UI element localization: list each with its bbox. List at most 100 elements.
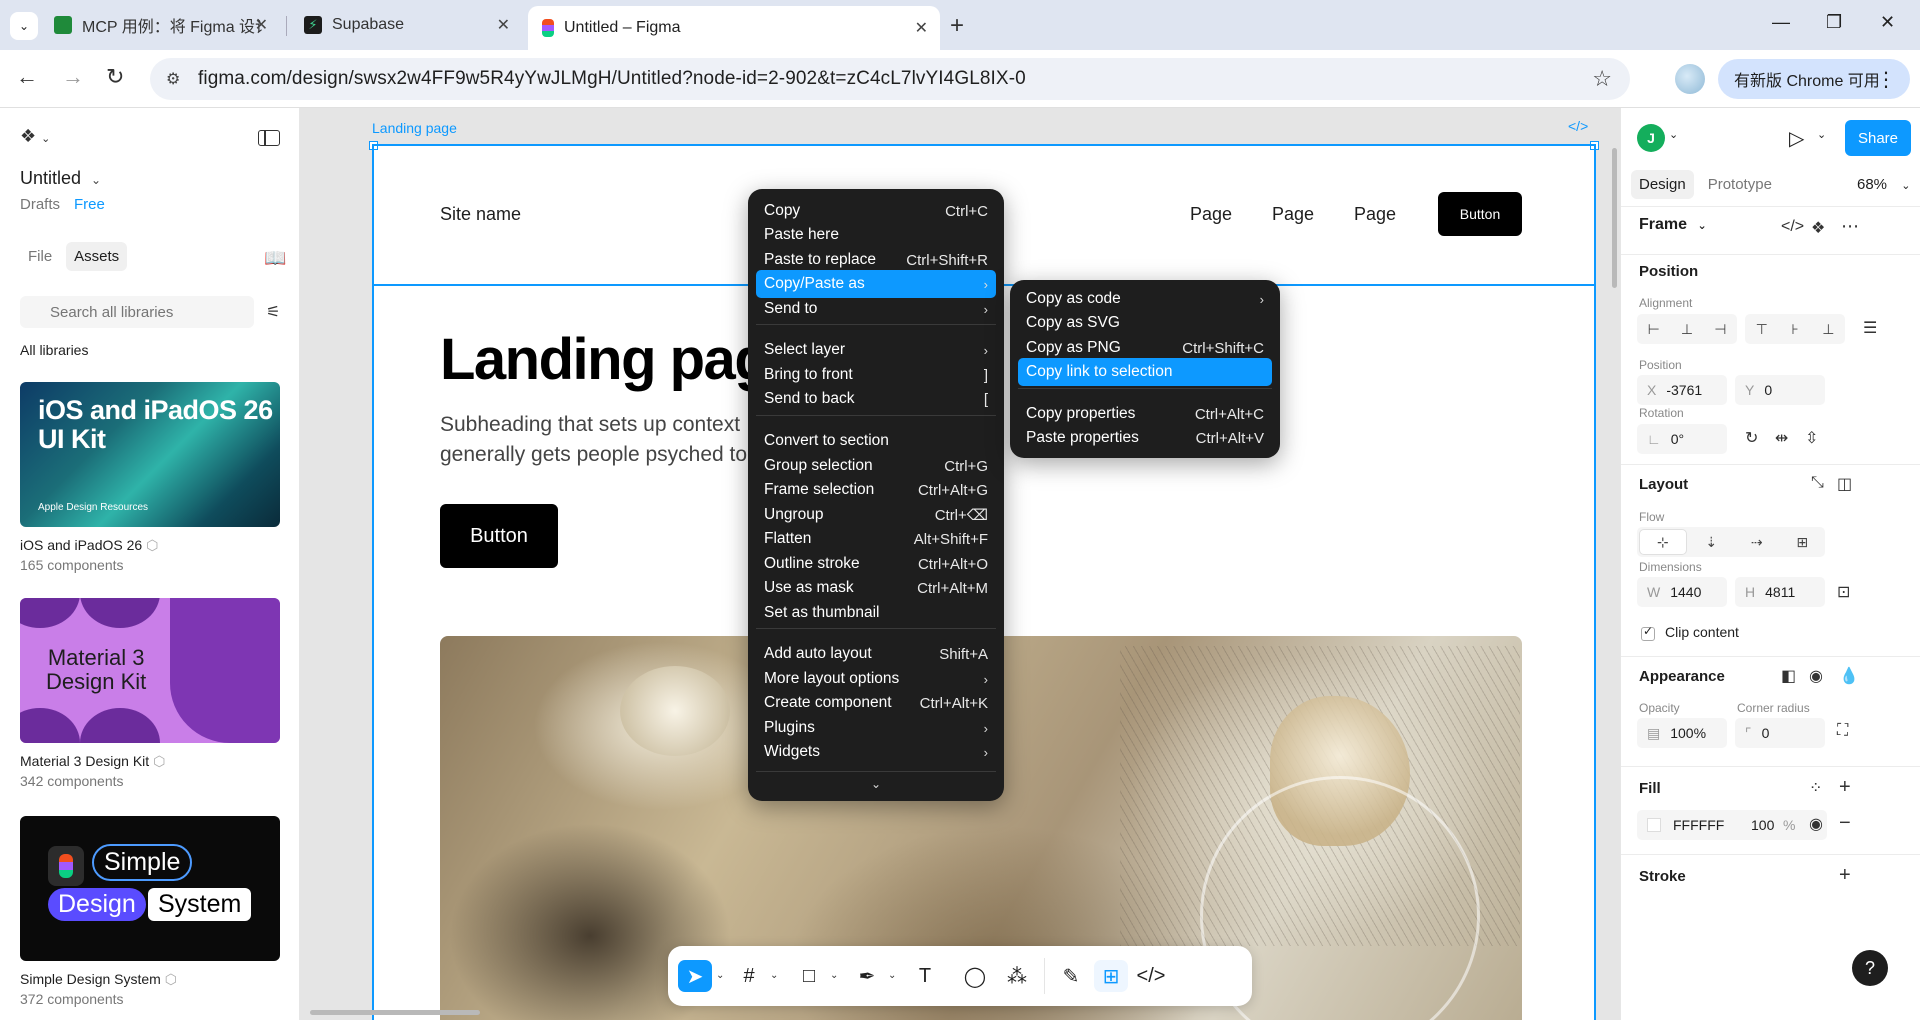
library-cover-ios[interactable]: iOS and iPadOS 26 UI Kit Apple Design Res… xyxy=(20,382,280,527)
library-name[interactable]: Material 3 Design Kit ⬡ xyxy=(20,753,165,770)
plan-badge[interactable]: Free xyxy=(74,196,105,213)
filter-icon[interactable]: ⚟ xyxy=(266,302,280,322)
menu-item[interactable]: Copy/Paste as › xyxy=(756,270,996,298)
horizontal-scrollbar[interactable] xyxy=(310,1010,480,1015)
share-button[interactable]: Share xyxy=(1845,120,1911,156)
blend-drop-icon[interactable]: 💧 xyxy=(1839,666,1859,686)
close-icon[interactable]: ✕ xyxy=(915,18,928,38)
chrome-update-button[interactable]: 有新版 Chrome 可用 ⋮ xyxy=(1718,59,1910,99)
restore-icon[interactable]: ❐ xyxy=(1826,12,1842,33)
site-info-icon[interactable]: ⚙ xyxy=(166,69,180,89)
tab-design[interactable]: Design xyxy=(1631,170,1694,199)
vertical-flow-icon[interactable]: ⇣ xyxy=(1689,534,1735,551)
menu-item[interactable]: Use as mask Ctrl+Alt+M xyxy=(756,574,996,602)
close-window-icon[interactable]: ✕ xyxy=(1880,12,1895,33)
search-libraries-input[interactable] xyxy=(20,296,254,328)
add-stroke-icon[interactable]: + xyxy=(1839,864,1851,887)
chevron-down-icon[interactable]: ⌄ xyxy=(716,970,724,981)
add-fill-icon[interactable]: + xyxy=(1839,776,1851,799)
nav-page-link[interactable]: Page xyxy=(1190,204,1232,225)
tab-prototype[interactable]: Prototype xyxy=(1700,170,1780,199)
text-tool-icon[interactable]: T xyxy=(908,960,942,992)
tab-search-button[interactable]: ⌄ xyxy=(10,12,38,40)
menu-item[interactable]: Convert to section xyxy=(756,427,996,455)
library-name[interactable]: Simple Design System ⬡ xyxy=(20,971,177,988)
align-right-icon[interactable]: ⊣ xyxy=(1704,321,1737,338)
menu-item[interactable]: Paste properties Ctrl+Alt+V xyxy=(1018,424,1272,452)
menu-item[interactable]: Flatten Alt+Shift+F xyxy=(756,525,996,553)
menu-item[interactable]: Widgets › xyxy=(756,738,996,766)
url-text[interactable]: figma.com/design/swsx2w4FF9w5R4yYwJLMgH/… xyxy=(198,68,1026,90)
actions-tool-icon[interactable]: ⁂ xyxy=(1000,960,1034,992)
align-bottom-icon[interactable]: ⊥ xyxy=(1812,321,1845,338)
eye-icon[interactable]: ◉ xyxy=(1809,666,1823,686)
menu-item[interactable]: Send to back [ xyxy=(756,385,996,413)
close-icon[interactable]: ✕ xyxy=(255,15,268,35)
tab-file[interactable]: File xyxy=(20,242,60,271)
align-left-icon[interactable]: ⊢ xyxy=(1637,321,1670,338)
rotate-icon[interactable]: ↻ xyxy=(1745,428,1758,448)
corner-radius-field[interactable]: ⌜ 0 xyxy=(1735,718,1825,748)
library-cover-material[interactable]: Material 3 Design Kit xyxy=(20,598,280,743)
vertical-scrollbar[interactable] xyxy=(1612,148,1617,288)
align-top-icon[interactable]: ⊤ xyxy=(1745,321,1778,338)
align-middle-icon[interactable]: ⊦ xyxy=(1778,321,1811,338)
tab-assets[interactable]: Assets xyxy=(66,242,128,271)
kebab-menu-icon[interactable]: ⋮ xyxy=(1876,67,1896,92)
forward-icon[interactable]: → xyxy=(62,64,84,90)
back-icon[interactable]: ← xyxy=(16,64,38,90)
menu-item[interactable]: Create component Ctrl+Alt+K xyxy=(756,689,996,717)
width-field[interactable]: W 1440 xyxy=(1637,577,1727,607)
new-tab-button[interactable]: + xyxy=(950,12,964,40)
panel-toggle-icon[interactable] xyxy=(258,130,280,146)
grid-flow-icon[interactable]: ⊞ xyxy=(1780,534,1826,551)
move-tool-icon[interactable]: ➤ xyxy=(678,960,712,992)
chevron-down-icon[interactable]: ⌄ xyxy=(1817,128,1826,141)
present-play-icon[interactable]: ▷ xyxy=(1789,126,1804,151)
chevron-down-icon[interactable]: ⌄ xyxy=(888,970,896,981)
design-mode-icon[interactable]: ⊞ xyxy=(1094,960,1128,992)
nav-page-link[interactable]: Page xyxy=(1272,204,1314,225)
drafts-link[interactable]: Drafts xyxy=(20,196,60,213)
dev-mode-icon[interactable]: </> xyxy=(1134,960,1168,992)
chevron-down-icon[interactable]: ⌄ xyxy=(770,970,778,981)
styles-grid-icon[interactable]: ⁘ xyxy=(1809,778,1822,798)
address-bar[interactable]: ⚙ figma.com/design/swsx2w4FF9w5R4yYwJLMg… xyxy=(150,58,1630,100)
flip-vertical-icon[interactable]: ⇳ xyxy=(1805,428,1818,448)
frame-label[interactable]: Landing page xyxy=(372,120,457,136)
library-name[interactable]: iOS and iPadOS 26 ⬡ xyxy=(20,537,158,554)
frame-tool-icon[interactable]: # xyxy=(732,960,766,992)
eye-icon[interactable]: ◉ xyxy=(1809,814,1823,834)
help-button[interactable]: ? xyxy=(1852,950,1888,986)
chevron-down-icon[interactable]: ⌄ xyxy=(1669,128,1678,141)
header-button[interactable]: Button xyxy=(1438,192,1522,236)
scroll-more-icon[interactable]: ⌄ xyxy=(748,777,1004,791)
figma-menu-icon[interactable]: ❖ ⌄ xyxy=(20,126,50,147)
distribute-icon[interactable]: ☰ xyxy=(1863,318,1877,338)
draw-tool-icon[interactable]: ✎ xyxy=(1054,960,1088,992)
pen-tool-icon[interactable]: ✒ xyxy=(850,960,884,992)
menu-item[interactable]: Copy link to selection xyxy=(1018,358,1272,386)
remove-fill-icon[interactable]: − xyxy=(1839,812,1851,835)
profile-avatar[interactable] xyxy=(1675,64,1705,94)
close-icon[interactable]: ✕ xyxy=(497,15,510,35)
menu-item[interactable]: Paste here xyxy=(756,221,996,249)
component-icon[interactable]: ❖ xyxy=(1811,218,1825,238)
menu-item[interactable]: Copy as SVG xyxy=(1018,309,1272,337)
library-cover-simple[interactable]: Simple Design System xyxy=(20,816,280,961)
file-title[interactable]: Untitled ⌄ xyxy=(20,168,101,189)
x-position-field[interactable]: X -3761 xyxy=(1637,375,1727,405)
independent-corners-icon[interactable]: ⛶ xyxy=(1837,722,1848,740)
frame-type-dropdown[interactable]: Frame ⌄ xyxy=(1639,216,1707,234)
layout-grid-icon[interactable]: ◫ xyxy=(1837,474,1852,494)
menu-item[interactable]: Send to › xyxy=(756,295,996,323)
browser-tab[interactable]: MCP 用例：将 Figma 设计稿转 ✕ xyxy=(40,6,280,44)
horizontal-flow-icon[interactable]: ⇢ xyxy=(1734,534,1780,551)
more-icon[interactable]: ⋯ xyxy=(1841,216,1859,237)
opacity-field[interactable]: ▤ 100% xyxy=(1637,718,1727,748)
clip-content-checkbox[interactable]: ✓ xyxy=(1641,624,1655,641)
hero-button[interactable]: Button xyxy=(440,504,558,568)
site-name[interactable]: Site name xyxy=(440,204,521,225)
rotation-field[interactable]: ∟ 0° xyxy=(1637,424,1727,454)
minimize-icon[interactable]: — xyxy=(1772,12,1790,33)
